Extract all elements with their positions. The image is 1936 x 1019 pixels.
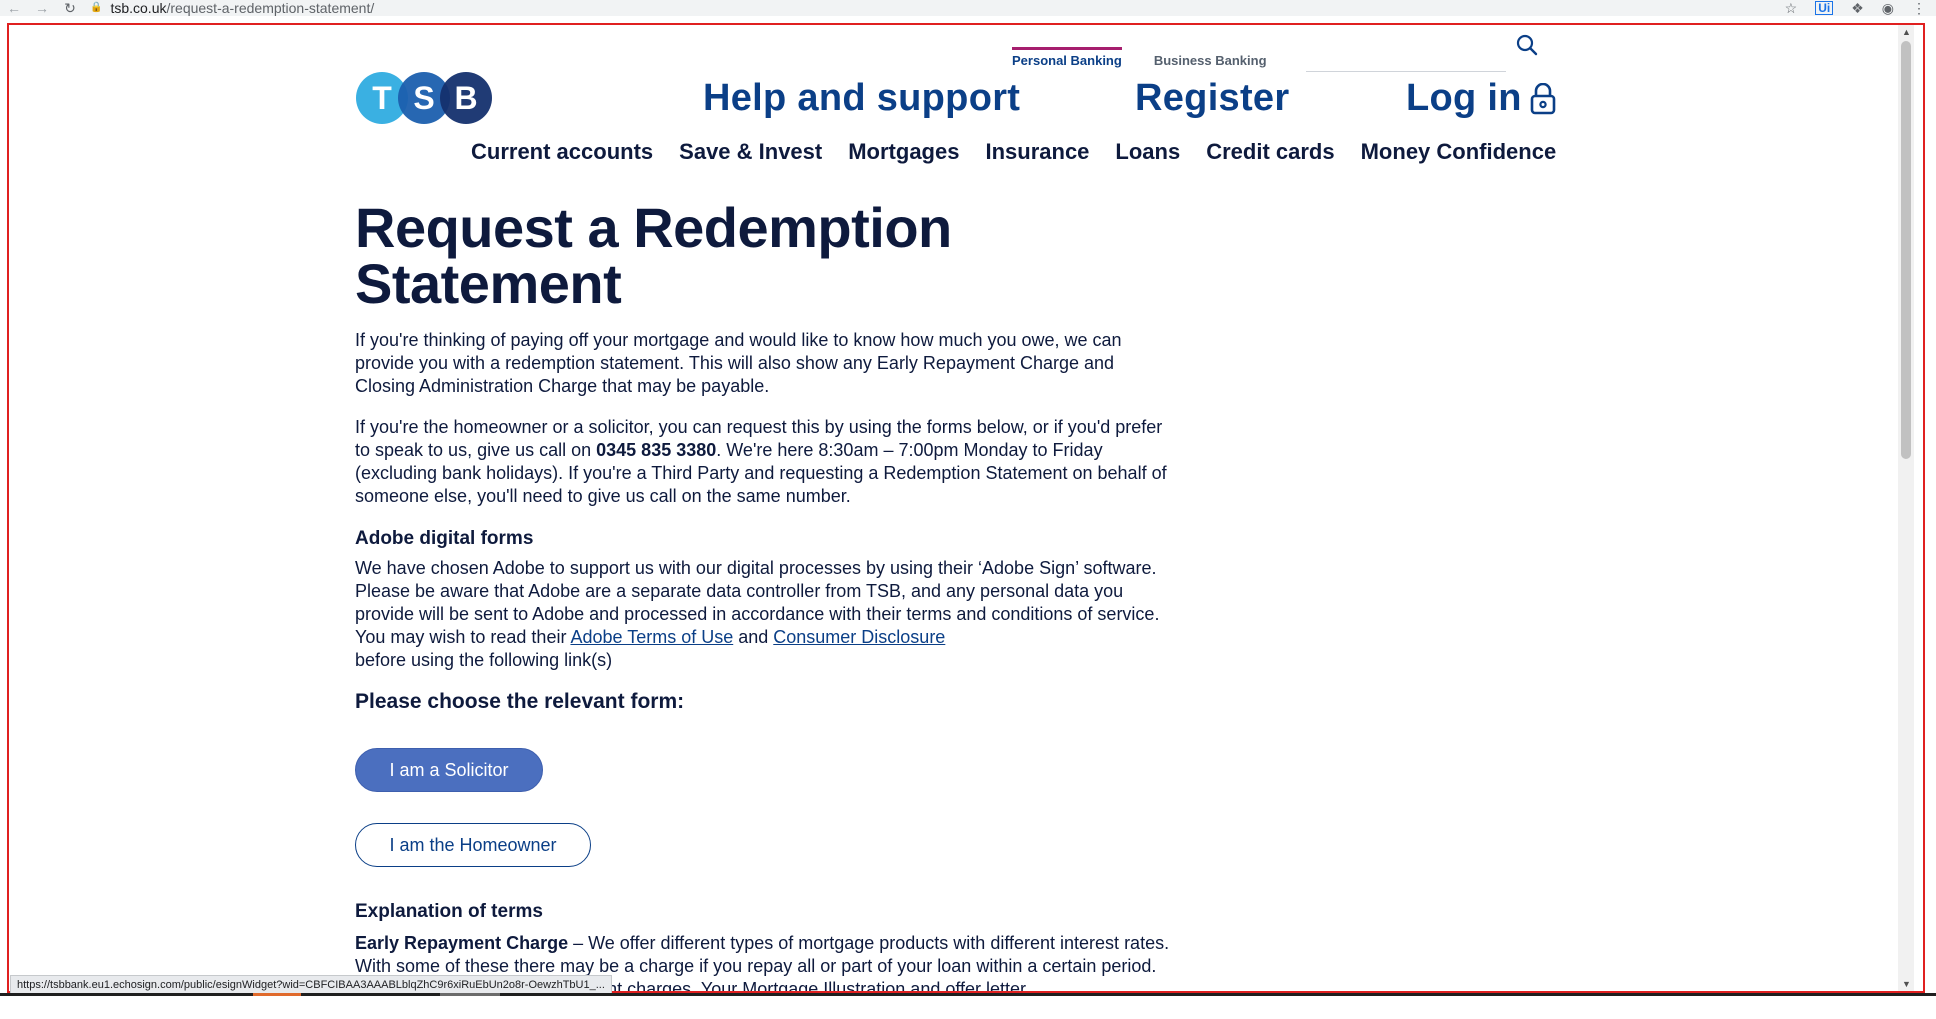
nav-credit-cards[interactable]: Credit cards: [1206, 139, 1334, 165]
logo-letter-t: T: [372, 80, 392, 116]
adobe-forms-heading: Adobe digital forms: [355, 528, 534, 549]
nav-money-confidence[interactable]: Money Confidence: [1361, 139, 1557, 165]
status-bar-url: https://tsbbank.eu1.echosign.com/public/…: [10, 975, 612, 995]
nav-mortgages[interactable]: Mortgages: [848, 139, 959, 165]
help-and-support-link[interactable]: Help and support: [703, 77, 1020, 120]
search-input[interactable]: [1306, 71, 1506, 72]
scrollbar-thumb[interactable]: [1901, 41, 1911, 459]
extension-ui-icon[interactable]: Ui: [1815, 1, 1834, 15]
scroll-down-arrow-icon[interactable]: ▼: [1902, 979, 1911, 989]
consumer-disclosure-link[interactable]: Consumer Disclosure: [773, 627, 945, 647]
profile-avatar-icon[interactable]: ◉: [1882, 0, 1894, 16]
nav-loans[interactable]: Loans: [1115, 139, 1180, 165]
tab-personal-banking[interactable]: Personal Banking: [1012, 47, 1122, 68]
nav-save-invest[interactable]: Save & Invest: [679, 139, 822, 165]
search-icon[interactable]: [1516, 34, 1538, 56]
phone-number: 0345 835 3380: [596, 440, 717, 460]
browser-menu-icon[interactable]: ⋮: [1912, 0, 1926, 16]
url-path: /request-a-redemption-statement/: [166, 0, 375, 16]
tab-business-banking[interactable]: Business Banking: [1154, 49, 1267, 68]
back-arrow-icon[interactable]: ←: [0, 0, 28, 16]
login-label: Log in: [1406, 77, 1522, 119]
nav-current-accounts[interactable]: Current accounts: [471, 139, 653, 165]
intro-paragraph: If you're thinking of paying off your mo…: [355, 329, 1170, 398]
homeowner-form-button[interactable]: I am the Homeowner: [355, 823, 591, 867]
bookmark-star-icon[interactable]: ☆: [1785, 0, 1798, 16]
nav-insurance[interactable]: Insurance: [985, 139, 1089, 165]
reload-icon[interactable]: ↻: [56, 0, 84, 16]
adobe-paragraph: We have chosen Adobe to support us with …: [355, 557, 1170, 672]
choose-form-heading: Please choose the relevant form:: [355, 690, 685, 713]
taskbar-app: [440, 993, 500, 996]
scroll-up-arrow-icon[interactable]: ▲: [1902, 27, 1911, 37]
solicitor-form-button[interactable]: I am a Solicitor: [355, 748, 543, 792]
page-scrollbar[interactable]: ▲ ▼: [1898, 25, 1914, 991]
adobe-terms-link[interactable]: Adobe Terms of Use: [570, 627, 733, 647]
product-nav: Current accounts Save & Invest Mortgages…: [471, 139, 1556, 165]
address-bar[interactable]: 🔒 tsb.co.uk/request-a-redemption-stateme…: [90, 0, 374, 16]
url-host: tsb.co.uk: [110, 0, 167, 16]
register-link[interactable]: Register: [1135, 77, 1289, 120]
explanation-heading: Explanation of terms: [355, 901, 543, 922]
page-content: Personal Banking Business Banking T S B …: [9, 25, 1898, 991]
taskbar-active-app: [253, 993, 301, 996]
contact-paragraph: If you're the homeowner or a solicitor, …: [355, 416, 1170, 508]
browser-toolbar: ← → ↻ 🔒 tsb.co.uk/request-a-redemption-s…: [0, 0, 1936, 16]
padlock-icon: [1530, 82, 1556, 114]
page-viewport: Personal Banking Business Banking T S B …: [9, 25, 1914, 991]
login-link[interactable]: Log in: [1406, 77, 1556, 120]
logo-letter-s: S: [413, 80, 434, 116]
page-title: Request a Redemption Statement: [355, 196, 952, 315]
logo-letter-b: B: [454, 80, 477, 116]
adobe-text-end: before using the following link(s): [355, 650, 613, 670]
intro-text: If you're thinking of paying off your mo…: [355, 330, 1122, 396]
erc-term: Early Repayment Charge: [355, 933, 569, 953]
segment-tabs: Personal Banking Business Banking: [1012, 47, 1267, 68]
tsb-logo[interactable]: T S B: [355, 71, 493, 125]
taskbar-strip: [0, 993, 1936, 1019]
lock-icon: 🔒: [90, 2, 103, 13]
adobe-and-text: and: [733, 627, 774, 647]
forward-arrow-icon[interactable]: →: [28, 0, 56, 16]
extensions-puzzle-icon[interactable]: ❖: [1851, 0, 1864, 16]
